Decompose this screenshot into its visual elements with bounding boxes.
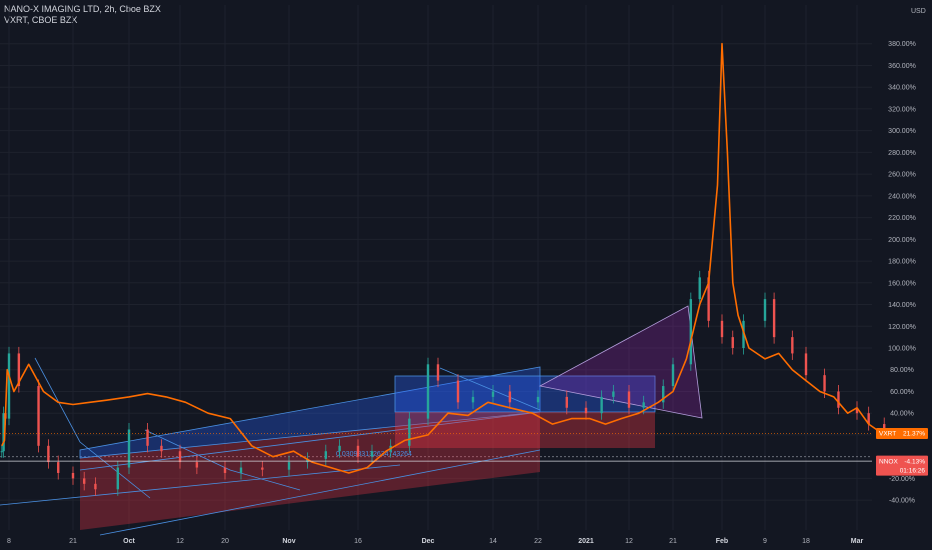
y-tick-label: 80.00% [890,367,914,374]
x-tick-label: 8 [7,538,11,545]
x-tick-label: 21 [669,538,677,545]
price-badge-name: VXRT [879,431,896,438]
price-badge-name: NNOX [879,458,898,465]
candle-body [195,462,199,468]
x-tick-label: 14 [489,538,497,545]
candle-body [491,391,495,397]
candle-body [791,337,794,354]
candle-body [408,418,411,446]
candle-body [7,353,11,419]
y-tick-label: 200.00% [888,237,916,244]
x-tick-label: Mar [851,538,864,545]
price-badge-value: 21.37% [903,431,925,438]
x-tick-label: Dec [422,538,435,545]
candle-body [837,391,840,408]
y-tick-label: 260.00% [888,172,916,179]
x-tick-label: 9 [763,538,767,545]
candle-body [698,277,701,300]
candle-body [287,462,291,470]
currency-label: USD [911,8,926,15]
candle-body [600,396,603,414]
candle-body [436,364,440,381]
candle-body [426,364,430,419]
candle-body [456,380,460,403]
x-tick-label: 18 [802,538,810,545]
candle-body [83,478,86,484]
candle-body [127,429,131,468]
y-tick-label: 360.00% [888,63,916,70]
y-tick-label: 140.00% [888,302,916,309]
candle-body [239,467,243,473]
candle-body [338,445,341,452]
y-tick-label: -20.00% [889,476,915,483]
x-tick-label: 12 [625,538,633,545]
channel-ratio-label: 0.030983132634743264 [336,451,412,458]
candle-body [731,337,734,348]
x-tick-label: 12 [176,538,184,545]
candle-body [612,391,615,397]
candle-body [763,299,767,321]
y-tick-label: 320.00% [888,106,916,113]
candle-body [223,467,227,473]
candle-body [146,429,149,446]
y-tick-label: 100.00% [888,346,916,353]
candle-body [823,375,826,392]
candle-body [160,445,163,452]
candle-body [804,353,808,376]
candle-body [671,364,675,387]
candle-body [324,451,327,459]
y-tick-label: 220.00% [888,215,916,222]
y-tick-label: 180.00% [888,259,916,266]
candle-body [584,407,588,414]
y-tick-label: 40.00% [890,411,914,418]
price-badge-value: -4.13% [904,458,925,465]
y-tick-label: 380.00% [888,41,916,48]
x-tick-label: 20 [221,538,229,545]
candle-body [720,320,724,338]
candle-body [471,396,475,403]
price-chart[interactable]: 0.030983132634743264 380.00% 360.00% 340.0… [0,0,932,550]
candle-body [689,299,693,365]
candle-body [642,402,645,408]
candle-body [261,467,264,470]
price-badge-countdown: 01:16:26 [900,468,926,475]
candle-body [356,445,360,457]
y-tick-label: 120.00% [888,324,916,331]
y-tick-label: -40.00% [889,498,915,505]
x-tick-label: Oct [123,538,135,545]
x-tick-label: 2021 [578,538,594,545]
x-tick-label: 21 [69,538,77,545]
x-tick-label: 16 [354,538,362,545]
candle-body [0,451,4,453]
x-tick-label: 22 [534,538,542,545]
red-rectangle [395,412,655,448]
y-tick-label: 280.00% [888,150,916,157]
y-tick-label: 240.00% [888,193,916,200]
x-axis: 8 21 Oct 12 20 Nov 16 Dec 14 22 2021 12 21 Feb 9 18 Mar [7,538,863,545]
candle-body [37,386,40,446]
y-tick-label: 160.00% [888,280,916,287]
candle-body [71,472,75,479]
candle-body [116,467,119,490]
candle-body [94,483,97,490]
candle-body [536,396,540,403]
candle-body [47,445,50,463]
y-tick-label: 60.00% [890,389,914,396]
x-tick-label: Nov [282,538,295,545]
candle-body [508,391,512,403]
y-tick-label: 300.00% [888,128,916,135]
x-tick-label: Feb [716,538,728,545]
y-tick-label: 340.00% [888,85,916,92]
candle-body [627,391,631,408]
candle-body [370,451,374,457]
candle-body [178,451,182,463]
candle-body [772,299,776,338]
candle-body [57,462,60,473]
candle-body [565,396,568,408]
